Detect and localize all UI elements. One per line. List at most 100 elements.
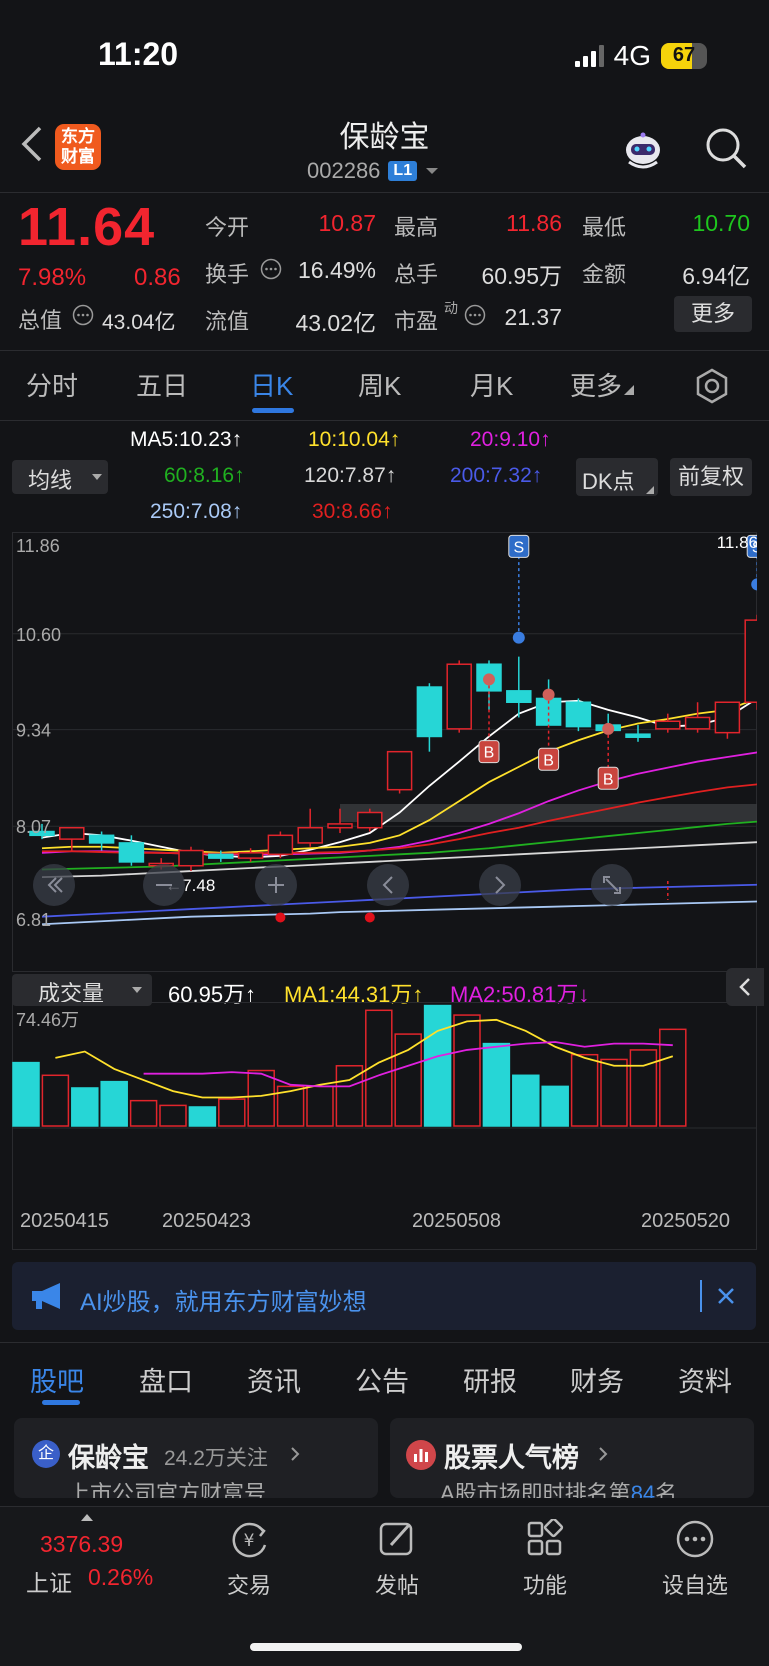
index-value[interactable]: 3376.39 — [40, 1531, 123, 1558]
zoom-in-icon[interactable] — [255, 864, 297, 906]
volume-bar — [100, 1080, 128, 1127]
turnover-label: 换手 — [205, 262, 250, 287]
kline-chart[interactable]: BSBBSS11.86→←7.48 11.8610.609.348.076.81 — [12, 532, 757, 972]
last-price: 11.64 — [18, 197, 156, 257]
fullscreen-icon[interactable] — [591, 864, 633, 906]
amount-label: 金额 — [582, 262, 627, 287]
company-card[interactable]: 企 保龄宝 24.2万关注 上市公司官方财富号 — [14, 1418, 378, 1498]
ma60-legend: 60:8.16↑ — [164, 464, 245, 487]
search-icon[interactable] — [704, 126, 748, 170]
ma5-legend: MA5:10.23↑ — [130, 428, 243, 451]
ma30-legend: 30:8.66↑ — [312, 500, 393, 523]
tab-finance[interactable]: 财务 — [570, 1360, 624, 1399]
nav-add-watchlist[interactable]: 设自选 — [650, 1519, 740, 1600]
ai-banner[interactable]: AI炒股，就用东方财富妙想 — [12, 1262, 756, 1330]
trade-yuan-icon: ¥ — [232, 1522, 267, 1558]
info-dots-icon[interactable] — [464, 304, 486, 326]
corner-triangle-icon — [646, 486, 654, 494]
volume-bar — [159, 1104, 187, 1127]
tab-announcements[interactable]: 公告 — [355, 1360, 409, 1399]
mktcap-value: 43.04亿 — [102, 311, 176, 334]
index-name[interactable]: 上证 — [26, 1564, 72, 1598]
popularity-card[interactable]: 股票人气榜 A股市场即时排名第84名 — [390, 1418, 754, 1498]
tab-weekly-k[interactable]: 周K — [358, 366, 401, 403]
dk-point-button[interactable]: DK点 — [576, 458, 658, 496]
fast-back-icon[interactable] — [33, 864, 75, 906]
robot-assistant-icon[interactable] — [620, 130, 666, 172]
volume-bar — [629, 1049, 658, 1127]
signal-icon — [574, 45, 604, 67]
caret-down-icon — [132, 987, 142, 993]
nav-trade[interactable]: ¥ 交易 — [204, 1519, 294, 1600]
support-band — [340, 804, 757, 822]
marker-label: B — [484, 745, 495, 762]
candle-body — [237, 852, 264, 859]
more-button[interactable]: 更多 — [674, 296, 752, 332]
volume-bar — [541, 1085, 569, 1127]
candle-body — [506, 690, 532, 703]
stock-code-selector[interactable]: 002286 L1 — [307, 158, 439, 184]
stock-code: 002286 — [307, 158, 381, 183]
control-button — [367, 864, 409, 906]
status-indicators: 4G 67 — [574, 40, 707, 72]
step-forward-icon[interactable] — [479, 864, 521, 906]
chevron-left-icon — [739, 978, 750, 996]
ma-selector[interactable]: 均线 — [12, 460, 108, 494]
nav-functions[interactable]: 功能 — [500, 1517, 590, 1600]
info-dots-icon[interactable] — [72, 304, 94, 326]
signal-dot — [751, 578, 757, 591]
bottom-tab-indicator — [42, 1400, 80, 1405]
tab-research[interactable]: 研报 — [463, 1360, 517, 1399]
date-tick: 20250520 — [641, 1210, 730, 1232]
info-dots-icon[interactable] — [260, 258, 282, 280]
nav-post[interactable]: 发帖 — [352, 1519, 442, 1600]
close-icon[interactable] — [716, 1286, 736, 1306]
volume-value: 60.95万 — [481, 263, 562, 289]
volume-bar — [306, 1085, 334, 1127]
candle-body — [327, 823, 353, 829]
ma10-legend: 10:10.04↑ — [308, 428, 401, 451]
signal-dot — [483, 673, 495, 686]
collapse-panel-button[interactable] — [726, 968, 764, 1006]
signal-dot — [602, 722, 615, 735]
step-back-icon[interactable] — [367, 864, 409, 906]
price-axis-tick: 11.86 — [16, 536, 60, 556]
tab-daily-k[interactable]: 日K — [250, 366, 293, 403]
index-change[interactable]: 0.26% — [88, 1564, 153, 1591]
popularity-rank: 84 — [630, 1481, 656, 1498]
open-label: 今开 — [205, 215, 250, 240]
company-card-title: 保龄宝 — [68, 1443, 149, 1473]
volume-bar — [394, 1033, 422, 1127]
tab-five-day[interactable]: 五日 — [136, 366, 188, 403]
network-type: 4G — [613, 40, 651, 71]
change-amount: 0.86 — [134, 264, 181, 291]
price-axis-tick: 6.81 — [16, 910, 51, 930]
turnover-value: 16.49% — [297, 257, 376, 283]
volume-chart[interactable]: 74.46万 — [12, 1002, 757, 1242]
candle-body — [655, 720, 681, 730]
ai-banner-text: AI炒股，就用东方财富妙想 — [80, 1289, 367, 1316]
follower-count: 24.2万关注 — [164, 1447, 268, 1470]
tab-monthly-k[interactable]: 月K — [470, 366, 513, 403]
zoom-out-icon[interactable] — [143, 864, 185, 906]
volume-bar — [188, 1106, 217, 1127]
tab-intraday[interactable]: 分时 — [26, 366, 78, 403]
tab-guba[interactable]: 股吧 — [30, 1360, 84, 1399]
signal-dot — [364, 912, 375, 923]
chevron-right-icon — [291, 1447, 300, 1461]
candle-body — [625, 733, 651, 738]
adjustment-button[interactable]: 前复权 — [670, 458, 752, 496]
open-value: 10.87 — [318, 210, 376, 236]
tab-news[interactable]: 资讯 — [247, 1360, 301, 1399]
volume-bar — [453, 1014, 481, 1127]
tab-pankou[interactable]: 盘口 — [139, 1360, 193, 1399]
signal-dot — [512, 631, 525, 644]
tab-profile[interactable]: 资料 — [678, 1360, 732, 1399]
volume-bar — [129, 1099, 158, 1127]
marker-label: B — [543, 752, 554, 769]
volume-bar — [247, 1069, 275, 1127]
high-value: 11.86 — [506, 210, 562, 236]
gear-icon[interactable] — [694, 368, 730, 404]
home-indicator — [250, 1643, 522, 1651]
tab-more[interactable]: 更多 — [570, 366, 635, 403]
